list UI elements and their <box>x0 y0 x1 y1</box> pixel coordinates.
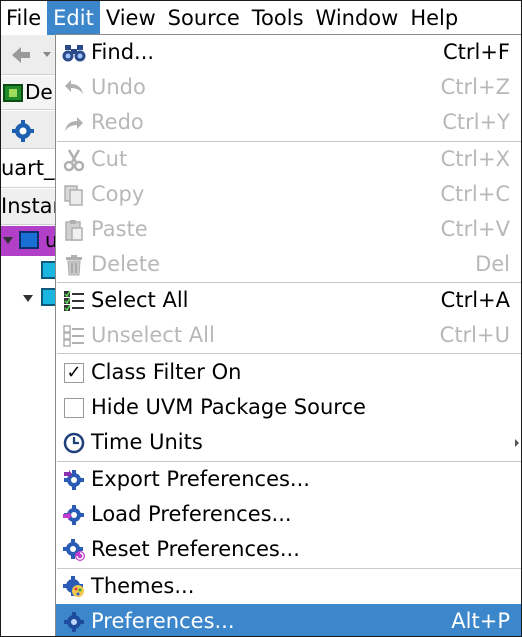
menu-source[interactable]: Source <box>162 1 246 35</box>
menu-item-label: Class Filter On <box>91 360 242 384</box>
menu-separator <box>57 353 521 354</box>
menu-item-themes[interactable]: Themes... <box>56 569 521 604</box>
module-icon <box>19 231 39 249</box>
menu-item-redo[interactable]: Redo Ctrl+Y <box>56 105 521 140</box>
redo-arrow-icon <box>62 111 86 135</box>
menu-item-label: Unselect All <box>91 323 215 347</box>
menu-item-label: Preferences... <box>91 609 235 633</box>
menu-item-label: Themes... <box>91 574 195 598</box>
menu-item-label: Delete <box>91 252 160 276</box>
menu-item-shortcut: Ctrl+A <box>440 288 510 312</box>
clipboard-icon <box>62 218 86 242</box>
menu-item-select-all[interactable]: Select All Ctrl+A <box>56 283 521 318</box>
scope-combo[interactable]: uart_ <box>1 150 57 188</box>
menu-item-class-filter[interactable]: ✓ Class Filter On <box>56 355 521 390</box>
menu-edit[interactable]: Edit <box>47 1 100 35</box>
menu-item-label: Reset Preferences... <box>91 537 300 561</box>
panel-toolbar <box>1 111 57 149</box>
menu-tools[interactable]: Tools <box>246 1 310 35</box>
back-history-dropdown-icon[interactable] <box>43 52 51 57</box>
application-window: File Edit View Source Tools Window Help … <box>0 0 522 637</box>
menu-item-delete[interactable]: Delete Del <box>56 247 521 282</box>
undo-arrow-icon <box>62 76 86 100</box>
menu-item-shortcut: Ctrl+C <box>440 182 510 206</box>
menu-item-shortcut: Ctrl+Z <box>440 75 510 99</box>
menu-item-reset-preferences[interactable]: Reset Preferences... <box>56 532 521 567</box>
menu-item-shortcut: Ctrl+X <box>440 147 510 171</box>
tree-row[interactable] <box>1 256 61 286</box>
menu-item-cut[interactable]: Cut Ctrl+X <box>56 142 521 177</box>
menu-item-label: Cut <box>91 147 128 171</box>
menu-item-undo[interactable]: Undo Ctrl+Z <box>56 70 521 105</box>
palette-icon <box>62 575 86 599</box>
checkbox-unchecked[interactable] <box>62 396 86 420</box>
design-tab-label: De <box>25 80 53 104</box>
select-all-icon <box>62 289 86 313</box>
tree-row[interactable] <box>1 286 61 316</box>
menu-file[interactable]: File <box>1 1 47 35</box>
menu-item-label: Load Preferences... <box>91 502 292 526</box>
menubar: File Edit View Source Tools Window Help <box>1 1 521 35</box>
menu-item-shortcut: Alt+P <box>451 609 510 633</box>
binoculars-icon <box>62 41 86 65</box>
menu-item-label: Select All <box>91 288 189 312</box>
gear-icon <box>62 610 86 634</box>
menu-item-label: Paste <box>91 217 148 241</box>
check-mark-icon: ✓ <box>64 363 84 383</box>
menu-item-export-preferences[interactable]: Export Preferences... <box>56 462 521 497</box>
tree-row-selected[interactable]: u <box>1 226 58 256</box>
design-chip-icon <box>3 84 23 102</box>
menu-item-label: Export Preferences... <box>91 467 310 491</box>
menu-item-load-preferences[interactable]: Load Preferences... <box>56 497 521 532</box>
menu-item-label: Find... <box>91 40 155 64</box>
menu-item-paste[interactable]: Paste Ctrl+V <box>56 212 521 247</box>
menu-item-label: Redo <box>91 110 144 134</box>
settings-gear-icon[interactable] <box>11 119 35 143</box>
scissors-icon <box>62 148 86 172</box>
menu-item-shortcut: Ctrl+F <box>442 40 510 64</box>
menu-item-label: Copy <box>91 182 145 206</box>
menu-item-label: Undo <box>91 75 146 99</box>
empty-checkbox-icon <box>64 398 84 418</box>
gear-export-icon <box>62 468 86 492</box>
trash-icon <box>62 253 86 277</box>
instance-header-label: Instar <box>1 194 62 218</box>
menu-item-shortcut: Ctrl+Y <box>442 110 510 134</box>
menu-item-preferences[interactable]: Preferences... Alt+P <box>56 604 521 636</box>
gear-load-icon <box>62 503 86 527</box>
menu-item-label: Time Units <box>91 430 203 454</box>
menu-item-find[interactable]: Find... Ctrl+F <box>56 35 521 70</box>
menu-item-hide-uvm[interactable]: Hide UVM Package Source <box>56 390 521 425</box>
menu-item-label: Hide UVM Package Source <box>91 395 366 419</box>
scope-combo-value: uart_ <box>1 156 55 180</box>
design-tab[interactable]: De <box>1 76 57 110</box>
menu-item-time-units[interactable]: Time Units <box>56 425 521 460</box>
menu-view[interactable]: View <box>100 1 162 35</box>
expand-triangle-icon[interactable] <box>23 295 33 302</box>
clock-icon <box>62 431 86 455</box>
menu-help[interactable]: Help <box>404 1 464 35</box>
instance-column-header[interactable]: Instar <box>1 189 61 225</box>
menu-item-shortcut: Del <box>475 252 510 276</box>
back-arrow-icon[interactable] <box>10 44 32 66</box>
menu-item-shortcut: Ctrl+V <box>440 217 510 241</box>
expand-triangle-icon[interactable] <box>3 237 13 244</box>
menu-item-copy[interactable]: Copy Ctrl+C <box>56 177 521 212</box>
copy-icon <box>62 183 86 207</box>
checkbox-checked[interactable]: ✓ <box>62 361 86 385</box>
gear-reset-icon <box>62 538 86 562</box>
edit-menu-dropdown: Find... Ctrl+F Undo Ctrl+Z Redo Ctrl+Y C… <box>55 34 521 636</box>
unselect-all-icon <box>62 324 86 348</box>
submenu-arrow-icon <box>515 439 519 447</box>
menu-item-unselect-all[interactable]: Unselect All Ctrl+U <box>56 318 521 353</box>
background-panel: De uart_ Instar u <box>1 35 61 636</box>
menu-window[interactable]: Window <box>310 1 405 35</box>
navigation-toolbar <box>1 35 57 75</box>
menu-item-shortcut: Ctrl+U <box>439 323 510 347</box>
